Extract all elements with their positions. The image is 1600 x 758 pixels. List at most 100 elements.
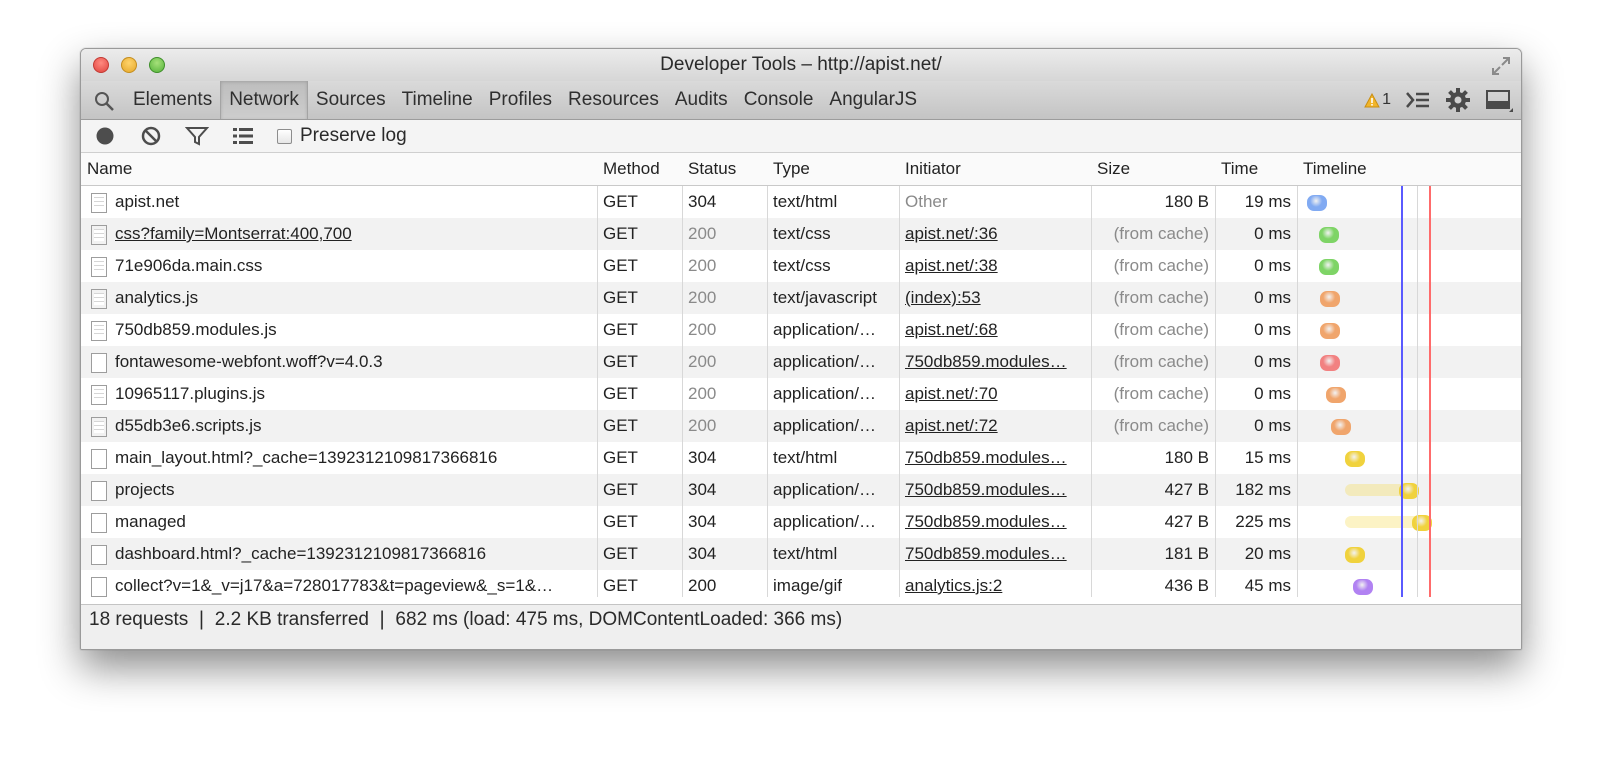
- tab-timeline[interactable]: Timeline: [394, 81, 481, 119]
- warning-counter[interactable]: 1: [1364, 91, 1391, 109]
- request-initiator[interactable]: apist.net/:68: [899, 314, 1091, 346]
- table-row[interactable]: 750db859.modules.js GET 200 application/… ap…: [81, 314, 1521, 346]
- timeline-bar[interactable]: [1318, 227, 1339, 243]
- timeline-bar[interactable]: [1307, 195, 1327, 211]
- minimize-window-button[interactable]: [121, 57, 137, 73]
- initiator-link[interactable]: apist.net/:70: [905, 384, 998, 403]
- timeline-bar[interactable]: [1320, 355, 1341, 371]
- record-icon[interactable]: [93, 125, 117, 147]
- table-row[interactable]: css?family=Montserrat:400,700 GET 200 text/…: [81, 218, 1521, 250]
- request-initiator[interactable]: analytics.js:2: [899, 570, 1091, 597]
- request-type: text/html: [773, 448, 838, 467]
- timeline-bar[interactable]: [1331, 419, 1352, 435]
- console-drawer-icon[interactable]: [1405, 89, 1431, 111]
- initiator-link[interactable]: apist.net/:68: [905, 320, 998, 339]
- column-header-size[interactable]: Size: [1091, 153, 1215, 185]
- initiator-link[interactable]: apist.net/:38: [905, 256, 998, 275]
- column-header-status[interactable]: Status: [682, 153, 767, 185]
- table-row[interactable]: analytics.js GET 200 text/javascript (index)…: [81, 282, 1521, 314]
- timeline-bar[interactable]: [1319, 291, 1340, 307]
- request-method: GET: [603, 224, 638, 243]
- initiator-link[interactable]: apist.net/:72: [905, 416, 998, 435]
- request-name[interactable]: managed: [81, 506, 597, 538]
- column-header-initiator[interactable]: Initiator: [899, 153, 1091, 185]
- tab-angularjs[interactable]: AngularJS: [821, 81, 925, 119]
- request-initiator[interactable]: 750db859.modules…: [899, 346, 1091, 378]
- request-name[interactable]: apist.net: [81, 186, 597, 218]
- timeline-bar[interactable]: [1318, 259, 1339, 275]
- table-row[interactable]: 71e906da.main.css GET 200 text/css apist.net…: [81, 250, 1521, 282]
- initiator-link[interactable]: (index):53: [905, 288, 981, 307]
- table-row[interactable]: apist.net GET 304 text/html Other 180 B 19 ms: [81, 186, 1521, 218]
- request-name[interactable]: 750db859.modules.js: [81, 314, 597, 346]
- request-name[interactable]: dashboard.html?_cache=139231210981736681…: [81, 538, 597, 570]
- search-icon[interactable]: [93, 90, 115, 112]
- request-initiator[interactable]: Other: [899, 186, 1091, 218]
- initiator-link[interactable]: analytics.js:2: [905, 576, 1002, 595]
- request-name[interactable]: 10965117.plugins.js: [81, 378, 597, 410]
- timeline-bar[interactable]: [1319, 323, 1340, 339]
- request-initiator[interactable]: apist.net/:72: [899, 410, 1091, 442]
- table-row[interactable]: 10965117.plugins.js GET 200 application/… ap…: [81, 378, 1521, 410]
- preserve-log-checkbox[interactable]: [277, 128, 292, 144]
- table-row[interactable]: managed GET 304 application/… 750db859.modul…: [81, 506, 1521, 538]
- tab-audits[interactable]: Audits: [667, 81, 736, 119]
- tab-network[interactable]: Network: [220, 81, 308, 119]
- request-name[interactable]: d55db3e6.scripts.js: [81, 410, 597, 442]
- zoom-window-button[interactable]: [149, 57, 165, 73]
- tab-sources[interactable]: Sources: [308, 81, 394, 119]
- table-row[interactable]: dashboard.html?_cache=139231210981736681…: [81, 538, 1521, 570]
- request-name[interactable]: fontawesome-webfont.woff?v=4.0.3: [81, 346, 597, 378]
- request-initiator[interactable]: apist.net/:70: [899, 378, 1091, 410]
- warning-icon: [1364, 92, 1380, 107]
- column-header-type[interactable]: Type: [767, 153, 899, 185]
- column-header-time[interactable]: Time: [1215, 153, 1297, 185]
- timeline-bar[interactable]: [1344, 451, 1365, 467]
- filter-icon[interactable]: [185, 125, 209, 147]
- initiator-link[interactable]: 750db859.modules…: [905, 544, 1067, 563]
- request-size: (from cache): [1113, 384, 1209, 403]
- request-name[interactable]: 71e906da.main.css: [81, 250, 597, 282]
- initiator-link[interactable]: 750db859.modules…: [905, 448, 1067, 467]
- request-status: 200: [688, 352, 717, 371]
- column-header-timeline[interactable]: Timeline: [1297, 153, 1417, 185]
- table-row[interactable]: d55db3e6.scripts.js GET 200 application/… ap…: [81, 410, 1521, 442]
- gear-icon[interactable]: [1445, 87, 1471, 113]
- clear-icon[interactable]: [139, 125, 163, 147]
- request-initiator[interactable]: apist.net/:38: [899, 250, 1091, 282]
- table-row[interactable]: main_layout.html?_cache=1392312109817366…: [81, 442, 1521, 474]
- initiator-link[interactable]: 750db859.modules…: [905, 512, 1067, 531]
- large-rows-icon[interactable]: [231, 125, 255, 147]
- timeline-bar[interactable]: [1345, 547, 1366, 563]
- request-name[interactable]: main_layout.html?_cache=1392312109817366…: [81, 442, 597, 474]
- table-row[interactable]: collect?v=1&_v=j17&a=728017783&t=pagevie…: [81, 570, 1521, 597]
- request-initiator[interactable]: 750db859.modules…: [899, 474, 1091, 506]
- request-initiator[interactable]: 750db859.modules…: [899, 538, 1091, 570]
- tab-profiles[interactable]: Profiles: [481, 81, 560, 119]
- tab-console[interactable]: Console: [736, 81, 822, 119]
- initiator-link[interactable]: 750db859.modules…: [905, 480, 1067, 499]
- dock-side-icon[interactable]: [1485, 88, 1513, 112]
- request-initiator[interactable]: 750db859.modules…: [899, 442, 1091, 474]
- preserve-log-toggle[interactable]: Preserve log: [277, 120, 407, 152]
- initiator-link[interactable]: 750db859.modules…: [905, 352, 1067, 371]
- fullscreen-icon[interactable]: [1491, 56, 1511, 76]
- request-name[interactable]: projects: [81, 474, 597, 506]
- table-header: Name Method Status Type Initiator Size T…: [81, 153, 1521, 186]
- table-row[interactable]: projects GET 304 application/… 750db859.modu…: [81, 474, 1521, 506]
- timeline-bar[interactable]: [1353, 579, 1374, 595]
- request-name[interactable]: collect?v=1&_v=j17&a=728017783&t=pagevie…: [81, 570, 597, 597]
- column-header-method[interactable]: Method: [597, 153, 682, 185]
- request-initiator[interactable]: 750db859.modules…: [899, 506, 1091, 538]
- timeline-bar[interactable]: [1326, 387, 1347, 403]
- table-row[interactable]: fontawesome-webfont.woff?v=4.0.3 GET 200 ap…: [81, 346, 1521, 378]
- request-initiator[interactable]: (index):53: [899, 282, 1091, 314]
- initiator-link[interactable]: apist.net/:36: [905, 224, 998, 243]
- tab-elements[interactable]: Elements: [125, 81, 220, 119]
- request-name[interactable]: css?family=Montserrat:400,700: [81, 218, 597, 250]
- close-window-button[interactable]: [93, 57, 109, 73]
- request-name[interactable]: analytics.js: [81, 282, 597, 314]
- column-header-name[interactable]: Name: [81, 153, 597, 185]
- tab-resources[interactable]: Resources: [560, 81, 667, 119]
- request-initiator[interactable]: apist.net/:36: [899, 218, 1091, 250]
